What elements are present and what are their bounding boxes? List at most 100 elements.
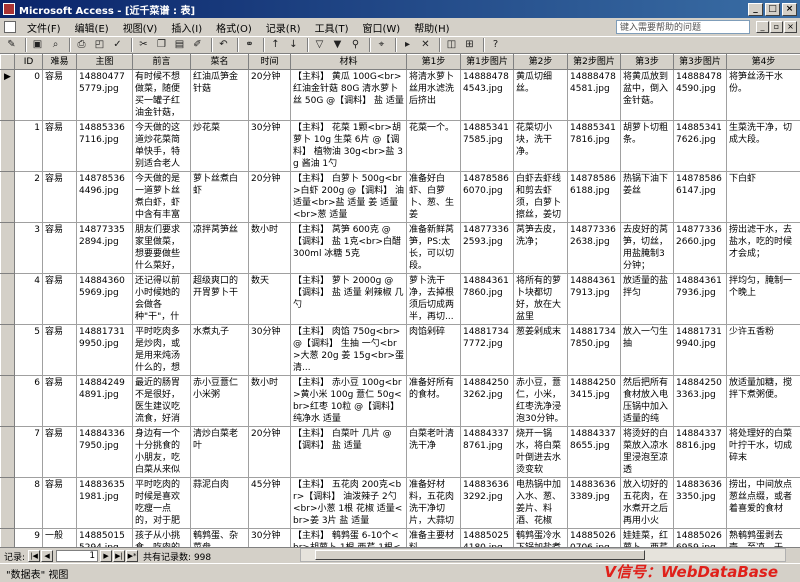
table-cell[interactable]: 148850155294.jpg — [77, 529, 133, 548]
record-selector[interactable] — [1, 172, 15, 223]
format-painter-icon[interactable]: ✐ — [190, 38, 205, 52]
paste-icon[interactable]: ▤ — [172, 38, 187, 52]
print-preview-icon[interactable]: ◰ — [92, 38, 107, 52]
column-header[interactable]: 第2步图片 — [568, 55, 621, 70]
table-cell[interactable]: 赤小豆薏仁小米粥 — [191, 376, 249, 427]
table-cell[interactable]: 148785866188.jpg — [568, 172, 621, 223]
design-view-icon[interactable]: ✎ — [4, 38, 19, 52]
table-cell[interactable]: 白虾去虾线和剪去虾须，白萝卜擦丝，姜切丝 — [514, 172, 568, 223]
table-cell[interactable]: 30分钟 — [249, 325, 291, 376]
column-header[interactable]: 时间 — [249, 55, 291, 70]
minimize-button[interactable]: _ — [748, 3, 763, 16]
table-cell[interactable]: 148853417585.jpg — [461, 121, 514, 172]
menu-edit[interactable]: 编辑(E) — [68, 20, 116, 35]
menu-records[interactable]: 记录(R) — [259, 20, 308, 35]
table-cell[interactable]: 将处理好的白菜叶拧干水，切成碎末 — [727, 427, 800, 478]
previous-record-button[interactable]: ◀ — [41, 550, 53, 562]
table-cell[interactable]: 148836363292.jpg — [461, 478, 514, 529]
table-cell[interactable]: 鹌鹑蛋冷水下锅加盐煮熟 — [514, 529, 568, 548]
table-cell[interactable]: 148850266959.jpg — [674, 529, 727, 548]
record-selector[interactable] — [1, 274, 15, 325]
table-cell[interactable]: 蒜泥白肉 — [191, 478, 249, 529]
menu-tools[interactable]: 工具(T) — [308, 20, 356, 35]
copy-icon[interactable]: ❐ — [154, 38, 169, 52]
cell-id[interactable]: 3 — [15, 223, 43, 274]
print-icon[interactable]: ⎙ — [74, 38, 89, 52]
table-cell[interactable]: 身边有一个十分挑食的小朋友，吃白菜从来似只吃菜心那一部分... — [133, 427, 191, 478]
table-cell[interactable]: 最近的肠胃不是很好，医生建议吃流食，好消化一点。流食类的... — [133, 376, 191, 427]
table-cell[interactable]: 148804775779.jpg — [77, 70, 133, 121]
table-cell[interactable]: 将烫好的白菜放入凉水里浸泡至凉透 — [621, 427, 674, 478]
table-cell[interactable]: 45分钟 — [249, 478, 291, 529]
table-cell[interactable]: 去皮好的莴笋，切丝，用盐腌制3分钟； — [621, 223, 674, 274]
table-cell[interactable]: 朋友们要求家里做菜，想要要做些什么菜好，在凉拌菜的选择上... — [133, 223, 191, 274]
table-cell[interactable]: 凉拌莴笋丝 — [191, 223, 249, 274]
table-cell[interactable]: 30分钟 — [249, 529, 291, 548]
table-cell[interactable]: 148850260706.jpg — [568, 529, 621, 548]
current-record-input[interactable]: 1 — [56, 550, 98, 562]
table-cell[interactable]: 容易 — [43, 427, 77, 478]
new-record-nav-button[interactable]: ▶* — [126, 550, 138, 562]
table-cell[interactable]: 148843617913.jpg — [568, 274, 621, 325]
table-cell[interactable]: 【主料】 白萝卜 500g<br>白虾 200g @【调料】 油 适量<br>盐… — [291, 172, 407, 223]
table-cell[interactable]: 148785866070.jpg — [461, 172, 514, 223]
cell-id[interactable]: 6 — [15, 376, 43, 427]
table-cell[interactable]: 148773352894.jpg — [77, 223, 133, 274]
table-cell[interactable]: 148843617936.jpg — [674, 274, 727, 325]
find-icon[interactable]: ⌖ — [374, 38, 389, 52]
first-record-button[interactable]: |◀ — [28, 550, 40, 562]
table-cell[interactable]: 20分钟 — [249, 70, 291, 121]
table-cell[interactable]: 148853417816.jpg — [568, 121, 621, 172]
horizontal-scrollbar[interactable] — [300, 548, 786, 562]
table-cell[interactable]: 数小时 — [249, 223, 291, 274]
record-selector[interactable] — [1, 478, 15, 529]
table-cell[interactable]: 放入一勺生抽 — [621, 325, 674, 376]
table-cell[interactable]: 肉馅剁碎 — [407, 325, 461, 376]
table-cell[interactable]: 数小时 — [249, 376, 291, 427]
table-cell[interactable]: 孩子从小挑食，吃肉的期段时间的一些营养... — [133, 529, 191, 548]
table-cell[interactable]: 今天做的是一道萝卜丝煮白虾，虾中含有丰富的蛋白质，搭配萝卜... — [133, 172, 191, 223]
table-cell[interactable]: 148817319950.jpg — [77, 325, 133, 376]
table-cell[interactable]: 148836363350.jpg — [674, 478, 727, 529]
table-cell[interactable]: 电热锅中加入水、葱、姜片、料酒、花椒煮... — [514, 478, 568, 529]
table-cell[interactable]: 萝卜洗干净，去掉根须后切成两半，再切... — [407, 274, 461, 325]
table-cell[interactable]: 将所有的萝卜块都切好，放在大盆里 — [514, 274, 568, 325]
table-cell[interactable]: 容易 — [43, 223, 77, 274]
column-header[interactable]: 第2步 — [514, 55, 568, 70]
table-cell[interactable]: 【主料】 五花肉 200克<br>【调料】 油泼辣子 2勺<br>小葱 1根 花… — [291, 478, 407, 529]
table-cell[interactable]: 148785866147.jpg — [674, 172, 727, 223]
table-cell[interactable]: 赤小豆，薏仁，小米，红枣洗净浸泡30分钟。 — [514, 376, 568, 427]
table-cell[interactable]: 148843378761.jpg — [461, 427, 514, 478]
table-cell[interactable]: 容易 — [43, 325, 77, 376]
table-doc-icon[interactable] — [4, 21, 16, 33]
table-cell[interactable]: 148785364496.jpg — [77, 172, 133, 223]
table-cell[interactable]: 还记得以前小时候她的会做各种"干"，什么红薯干、萝卜干... — [133, 274, 191, 325]
database-window-icon[interactable]: ◫ — [444, 38, 459, 52]
table-cell[interactable]: 容易 — [43, 376, 77, 427]
table-cell[interactable]: 黄瓜切细丝。 — [514, 70, 568, 121]
last-record-button[interactable]: ▶| — [113, 550, 125, 562]
table-cell[interactable]: 148843378816.jpg — [674, 427, 727, 478]
table-cell[interactable]: 生菜洗干净，切成大段。 — [727, 121, 800, 172]
table-cell[interactable]: 放适量的盐拌匀 — [621, 274, 674, 325]
table-cell[interactable]: 148773362638.jpg — [568, 223, 621, 274]
table-cell[interactable]: 炒花菜 — [191, 121, 249, 172]
table-cell[interactable]: 准备好所有的食材。 — [407, 376, 461, 427]
record-selector[interactable] — [1, 325, 15, 376]
table-cell[interactable]: 容易 — [43, 274, 77, 325]
table-cell[interactable]: 容易 — [43, 172, 77, 223]
save-icon[interactable]: ▣ — [30, 38, 45, 52]
cell-id[interactable]: 2 — [15, 172, 43, 223]
table-cell[interactable]: 将笋丝汤干水份。 — [727, 70, 800, 121]
apply-filter-icon[interactable]: ⚲ — [348, 38, 363, 52]
new-object-icon[interactable]: ⊞ — [462, 38, 477, 52]
table-cell[interactable]: 捞出，中间放点葱丝点缀，或者着喜爱的食材 — [727, 478, 800, 529]
cell-id[interactable]: 1 — [15, 121, 43, 172]
hyperlink-icon[interactable]: ⚭ — [242, 38, 257, 52]
table-cell[interactable]: 148836351981.jpg — [77, 478, 133, 529]
cut-icon[interactable]: ✂ — [136, 38, 151, 52]
table-cell[interactable]: 有时候不想做菜，随便买一罐子红油金针菇，只用搭配切好的... — [133, 70, 191, 121]
search-icon[interactable]: ⌕ — [48, 38, 63, 52]
cell-id[interactable]: 5 — [15, 325, 43, 376]
table-cell[interactable]: 白菜老叶清洗干净 — [407, 427, 461, 478]
